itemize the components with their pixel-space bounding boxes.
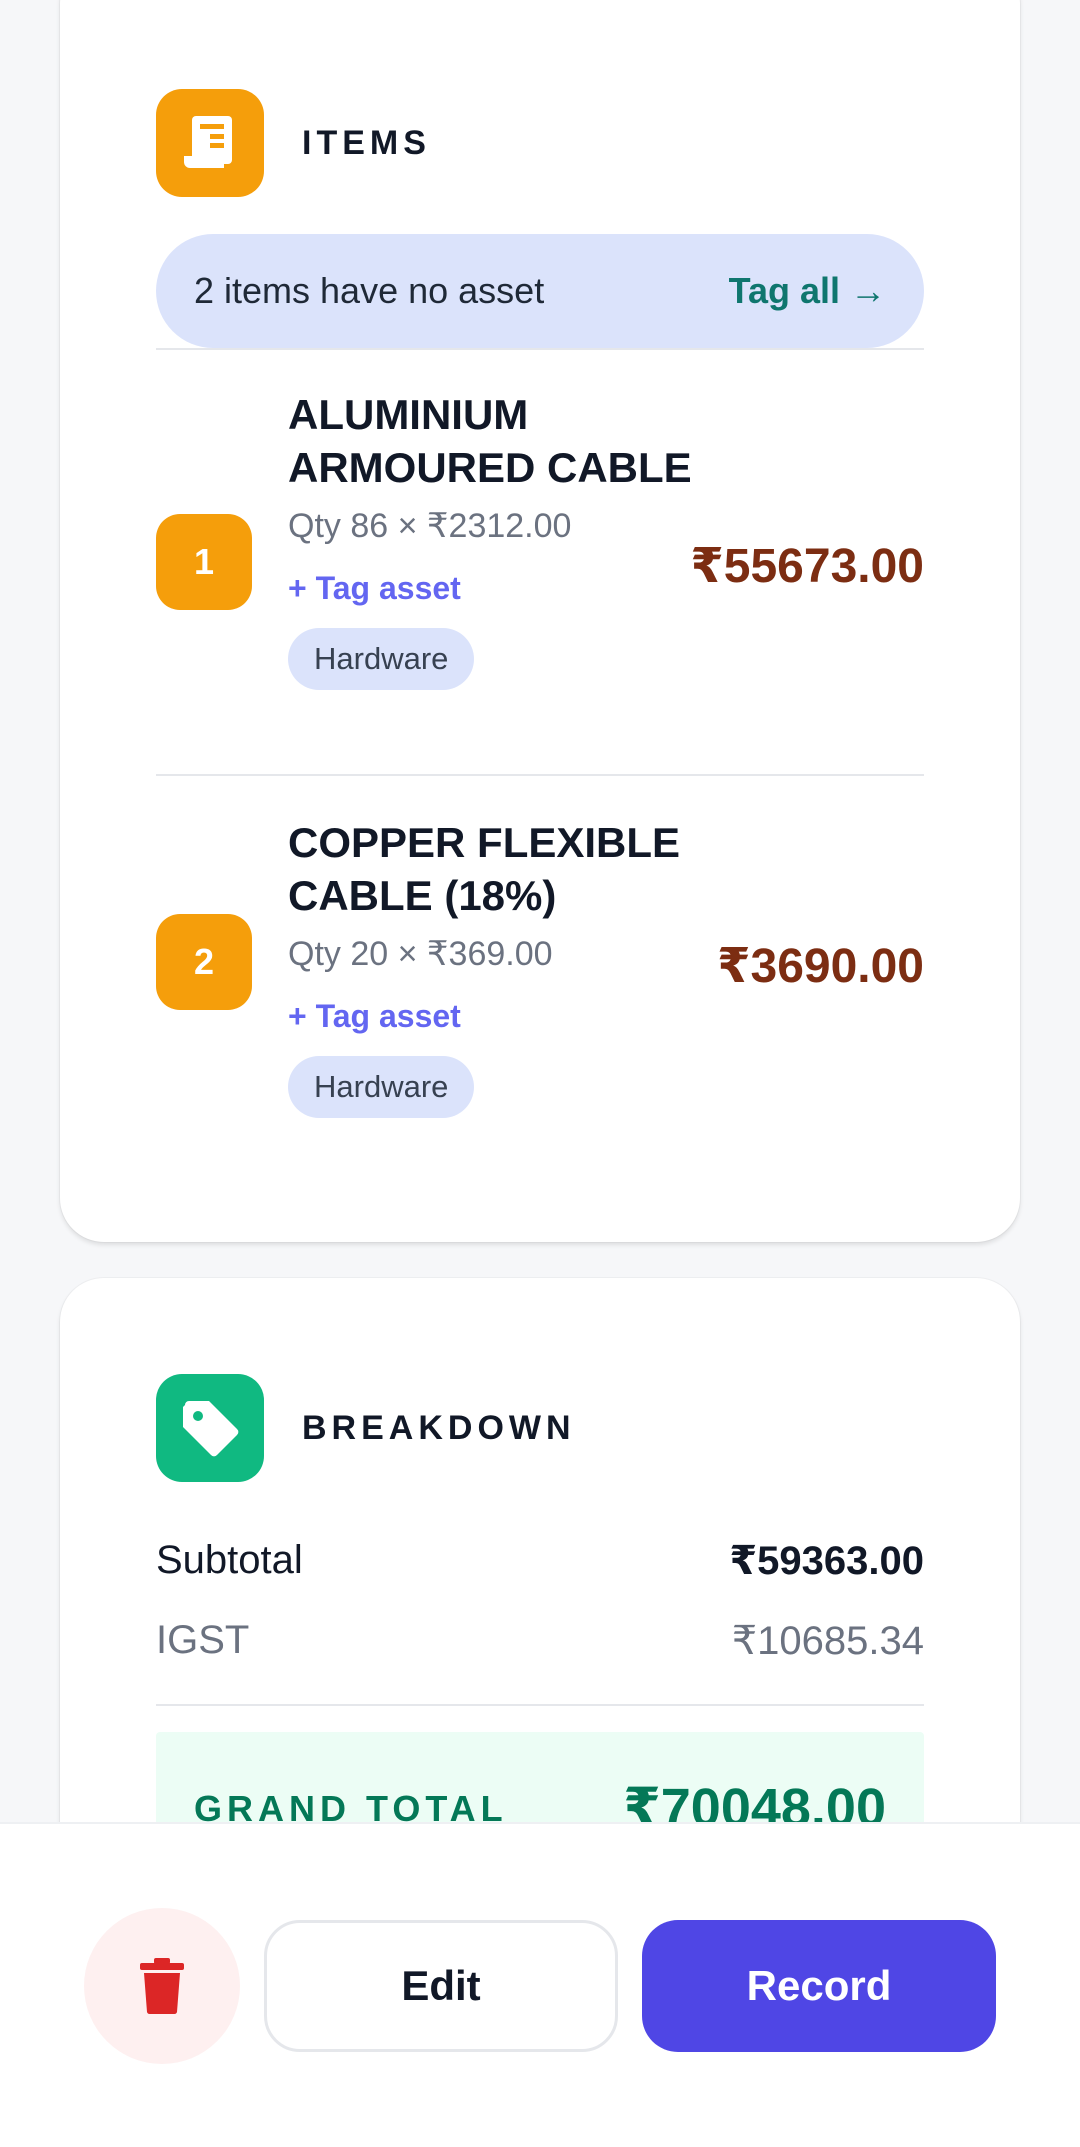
subtotal-value: ₹59363.00 — [729, 1539, 924, 1583]
items-card: ITEMS 2 items have no asset Tag all → 1 … — [60, 0, 1020, 1242]
item-name: COPPER FLEXIBLE CABLE (18%) — [288, 819, 681, 919]
untagged-notice: 2 items have no asset Tag all → — [156, 234, 924, 348]
trash-icon — [140, 1958, 184, 2014]
breakdown-header: BREAKDOWN — [156, 1374, 576, 1482]
igst-value: ₹10685.34 — [731, 1619, 924, 1663]
item-name: ALUMINIUM ARMOURED CABLE — [288, 391, 692, 491]
category-chip: Hardware — [288, 628, 475, 690]
tag-icon — [156, 1374, 264, 1482]
untagged-notice-text: 2 items have no asset — [194, 270, 545, 311]
page: ITEMS 2 items have no asset Tag all → 1 … — [0, 0, 1080, 2147]
list-item[interactable]: 1 ALUMINIUM ARMOURED CABLE Qty 86 × ₹231… — [156, 348, 924, 774]
subtotal-label: Subtotal — [156, 1538, 303, 1582]
item-index-badge: 1 — [156, 514, 252, 610]
edit-button[interactable]: Edit — [264, 1920, 618, 2052]
igst-row: IGST ₹10685.34 — [156, 1618, 924, 1664]
tag-all-link[interactable]: Tag all → — [729, 270, 886, 312]
record-button[interactable]: Record — [642, 1920, 996, 2052]
category-chip: Hardware — [288, 1056, 475, 1118]
breakdown-title: BREAKDOWN — [302, 1408, 576, 1447]
list-item[interactable]: 2 COPPER FLEXIBLE CABLE (18%) Qty 20 × ₹… — [156, 776, 924, 1148]
item-qty: Qty 20 × ₹369.00 — [288, 935, 553, 973]
subtotal-row: Subtotal ₹59363.00 — [156, 1538, 924, 1584]
item-details: ALUMINIUM ARMOURED CABLE Qty 86 × ₹2312.… — [288, 388, 708, 690]
item-qty: Qty 86 × ₹2312.00 — [288, 507, 572, 545]
items-title: ITEMS — [302, 123, 431, 162]
item-details: COPPER FLEXIBLE CABLE (18%) Qty 20 × ₹36… — [288, 816, 748, 1118]
tag-asset-link[interactable]: + Tag asset — [288, 568, 708, 608]
items-header: ITEMS — [156, 89, 431, 197]
divider — [156, 1704, 924, 1706]
item-amount: ₹3690.00 — [717, 940, 924, 993]
item-index-badge: 2 — [156, 914, 252, 1010]
item-amount: ₹55673.00 — [690, 540, 924, 593]
tag-asset-link[interactable]: + Tag asset — [288, 996, 748, 1036]
igst-label: IGST — [156, 1618, 250, 1662]
delete-button[interactable] — [84, 1908, 240, 2064]
receipt-icon — [156, 89, 264, 197]
bottom-action-bar: Edit Record — [0, 1822, 1080, 2147]
